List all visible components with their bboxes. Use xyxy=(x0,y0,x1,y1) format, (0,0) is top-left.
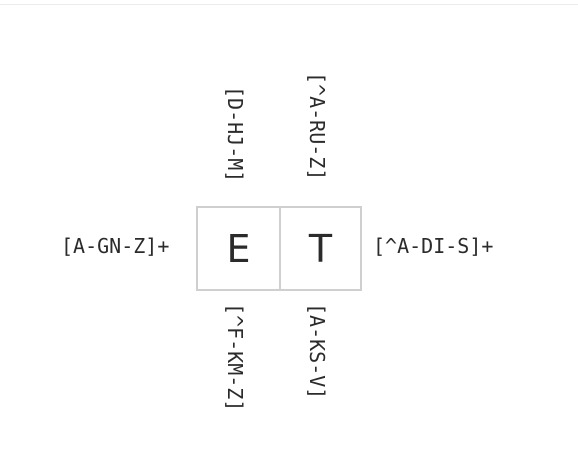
puzzle-grid: E T xyxy=(196,206,362,291)
column-2-bottom-clue: [A-KS-V] xyxy=(305,303,329,400)
column-1-top-clue: [D-HJ-M] xyxy=(223,86,247,183)
row-clue-left: [A-GN-Z]+ xyxy=(61,234,170,258)
grid-cell-2[interactable]: T xyxy=(279,208,360,289)
column-2-top-clue: [^A-RU-Z] xyxy=(305,72,329,181)
regex-crossword-page: [A-GN-Z]+ [^A-DI-S]+ [D-HJ-M] [^A-RU-Z] … xyxy=(0,0,578,456)
top-divider xyxy=(0,4,578,5)
column-1-bottom-clue: [^F-KM-Z] xyxy=(223,303,247,412)
grid-cell-1[interactable]: E xyxy=(198,208,279,289)
row-clue-right: [^A-DI-S]+ xyxy=(373,234,494,258)
